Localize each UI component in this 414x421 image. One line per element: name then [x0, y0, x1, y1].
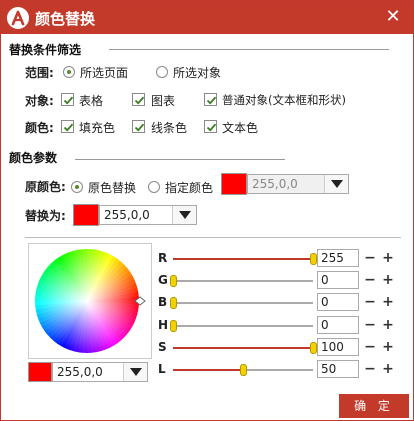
slider-value: 50 — [321, 362, 337, 376]
replace-color-swatch[interactable] — [73, 204, 99, 226]
original-color-swatch[interactable] — [221, 173, 247, 195]
params-section-title: 颜色参数 — [9, 151, 58, 165]
increment-button[interactable]: + — [381, 273, 395, 287]
slider-label-r: R — [158, 251, 168, 265]
slider-track-empty[interactable] — [170, 325, 313, 327]
slider-value-box-l[interactable]: 50 — [317, 360, 359, 378]
decrement-button[interactable]: − — [363, 251, 377, 265]
increment-button[interactable]: + — [381, 295, 395, 309]
object-option-label-0[interactable]: 表格 — [79, 92, 103, 109]
original-radio-keep[interactable] — [71, 181, 83, 193]
object-check-table[interactable] — [61, 93, 74, 106]
original-option-label-1[interactable]: 指定颜色 — [165, 179, 213, 196]
chevron-down-icon[interactable] — [123, 363, 147, 381]
current-color-swatch[interactable] — [28, 362, 52, 382]
slider-thumb-r[interactable] — [310, 253, 317, 265]
slider-track-empty[interactable] — [170, 280, 313, 282]
slider-value-box-r[interactable]: 255 — [317, 249, 359, 267]
color-option-label-0[interactable]: 填充色 — [79, 119, 115, 136]
slider-value: 0 — [321, 273, 329, 287]
color-label: 颜色: — [25, 121, 54, 135]
app-logo-icon — [7, 7, 29, 29]
slider-thumb-s[interactable] — [310, 342, 317, 354]
slider-value-box-h[interactable]: 0 — [317, 316, 359, 334]
slider-track-filled[interactable] — [173, 347, 310, 349]
slider-track-empty[interactable] — [240, 369, 313, 371]
increment-button[interactable]: + — [381, 362, 395, 376]
scope-option-label-1[interactable]: 所选对象 — [173, 64, 221, 81]
slider-value-box-g[interactable]: 0 — [317, 271, 359, 289]
slider-value: 0 — [321, 318, 329, 332]
filter-section-title: 替换条件筛选 — [9, 43, 82, 57]
replace-color-combo[interactable]: 255,0,0 — [99, 205, 197, 225]
params-separator — [75, 159, 285, 160]
color-replace-dialog: 颜色替换 ✕ 替换条件筛选 范围: 所选页面 所选对象 对象: 表格 图表 普通… — [0, 0, 414, 421]
slider-label-b: B — [158, 295, 168, 309]
original-option-label-0[interactable]: 原色替换 — [88, 179, 136, 196]
color-check-line[interactable] — [132, 120, 145, 133]
object-check-common[interactable] — [204, 93, 217, 106]
slider-value-box-s[interactable]: 100 — [317, 338, 359, 356]
slider-value: 0 — [321, 295, 329, 309]
scope-radio-selected-object[interactable] — [156, 66, 168, 78]
chevron-down-icon[interactable] — [324, 175, 348, 193]
decrement-button[interactable]: − — [363, 340, 377, 354]
slider-thumb-h[interactable] — [170, 320, 177, 332]
current-color-value: 255,0,0 — [57, 365, 103, 379]
increment-button[interactable]: + — [381, 340, 395, 354]
slider-thumb-g[interactable] — [170, 275, 177, 287]
color-check-text[interactable] — [204, 120, 217, 133]
slider-thumb-b[interactable] — [170, 297, 177, 309]
slider-value-box-b[interactable]: 0 — [317, 293, 359, 311]
color-wheel[interactable] — [29, 244, 151, 358]
increment-button[interactable]: + — [381, 251, 395, 265]
decrement-button[interactable]: − — [363, 295, 377, 309]
increment-button[interactable]: + — [381, 318, 395, 332]
slider-track-filled[interactable] — [173, 258, 310, 260]
ok-button[interactable]: 确 定 — [339, 394, 409, 418]
dialog-title: 颜色替换 — [35, 10, 96, 28]
scope-radio-selected-page[interactable] — [63, 66, 75, 78]
current-color-combo[interactable]: 255,0,0 — [52, 362, 148, 382]
scope-label: 范围: — [25, 66, 54, 80]
object-option-label-1[interactable]: 图表 — [151, 92, 175, 109]
color-option-label-1[interactable]: 线条色 — [151, 119, 187, 136]
slider-label-s: S — [158, 340, 167, 354]
slider-label-h: H — [158, 318, 169, 332]
close-icon[interactable]: ✕ — [383, 6, 403, 27]
replace-color-label: 替换为: — [25, 209, 66, 223]
slider-value: 255 — [321, 251, 344, 265]
original-radio-specify[interactable] — [148, 181, 160, 193]
slider-value: 100 — [321, 340, 344, 354]
title-bar: 颜色替换 ✕ — [1, 1, 413, 34]
original-color-value: 255,0,0 — [252, 177, 298, 191]
decrement-button[interactable]: − — [363, 318, 377, 332]
chevron-down-icon[interactable] — [172, 206, 196, 224]
color-check-fill[interactable] — [61, 120, 74, 133]
original-color-combo[interactable]: 255,0,0 — [247, 174, 349, 194]
object-check-chart[interactable] — [132, 93, 145, 106]
original-color-label: 原颜色: — [25, 180, 66, 194]
slider-label-l: L — [158, 362, 166, 376]
decrement-button[interactable]: − — [363, 362, 377, 376]
slider-track-empty[interactable] — [170, 302, 313, 304]
color-option-label-2[interactable]: 文本色 — [222, 119, 258, 136]
filter-separator — [109, 49, 389, 50]
replace-color-value: 255,0,0 — [104, 208, 150, 222]
slider-thumb-l[interactable] — [240, 364, 247, 376]
scope-option-label-0[interactable]: 所选页面 — [80, 64, 128, 81]
decrement-button[interactable]: − — [363, 273, 377, 287]
color-wheel-box — [28, 243, 152, 359]
object-label: 对象: — [25, 94, 54, 108]
object-option-label-2[interactable]: 普通对象(文本框和形状) — [222, 92, 346, 108]
slider-track-filled[interactable] — [173, 369, 240, 371]
slider-label-g: G — [158, 273, 168, 287]
